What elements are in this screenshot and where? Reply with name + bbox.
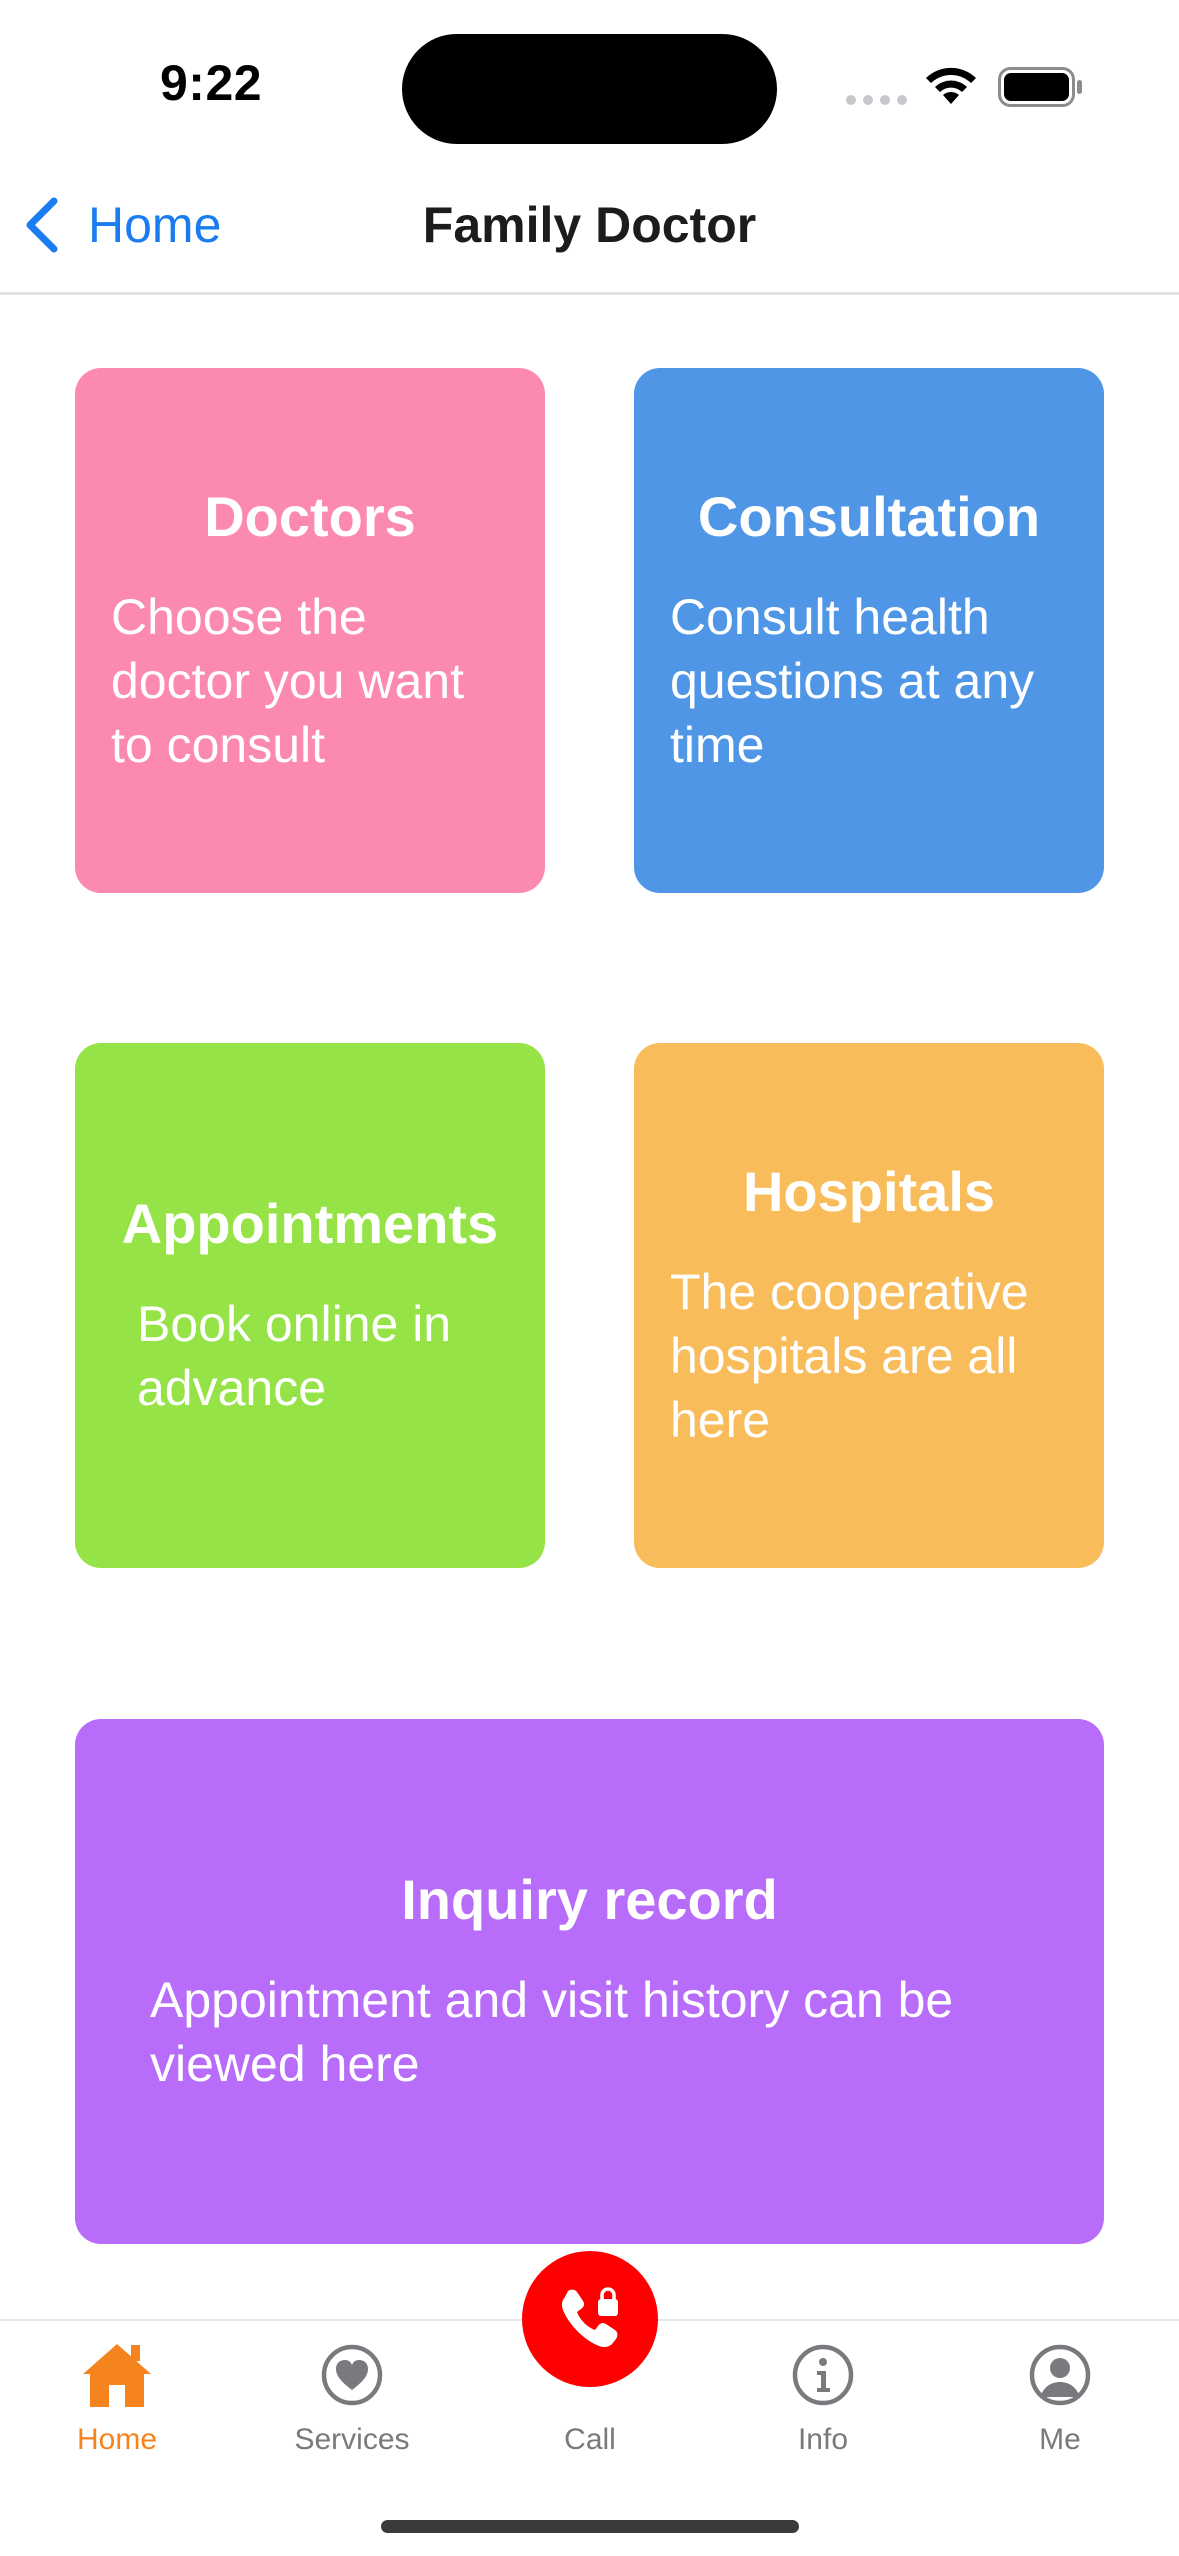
battery-icon bbox=[998, 67, 1082, 107]
tab-label: Call bbox=[564, 2423, 616, 2456]
card-description: Book online in advance bbox=[137, 1296, 452, 1416]
card-title: Appointments bbox=[121, 1192, 499, 1255]
tab-home[interactable]: Home bbox=[27, 2335, 207, 2465]
home-indicator bbox=[381, 2520, 799, 2533]
card-description: Choose the doctor you want to consult bbox=[111, 589, 464, 773]
info-circle-icon bbox=[792, 2344, 854, 2406]
tab-label: Me bbox=[1039, 2423, 1081, 2456]
card-description: Appointment and visit history can be vie… bbox=[150, 1972, 954, 2092]
nav-divider bbox=[0, 292, 1179, 295]
card-description: The cooperative hospitals are all here bbox=[670, 1264, 1029, 1448]
status-time: 9:22 bbox=[160, 55, 263, 111]
heart-circle-icon bbox=[321, 2344, 383, 2406]
tab-label: Services bbox=[294, 2423, 410, 2456]
card-title: Consultation bbox=[697, 485, 1041, 548]
doctors-card[interactable]: Doctors Choose the doctor you want to co… bbox=[75, 368, 545, 893]
dynamic-island bbox=[402, 34, 777, 144]
tab-call[interactable]: Call bbox=[500, 2335, 680, 2465]
consultation-card[interactable]: Consultation Consult health questions at… bbox=[634, 368, 1104, 893]
tab-label: Home bbox=[76, 2423, 158, 2456]
person-circle-icon bbox=[1029, 2344, 1091, 2406]
tab-label: Info bbox=[797, 2423, 849, 2456]
tab-info[interactable]: Info bbox=[733, 2335, 913, 2465]
card-title: Inquiry record bbox=[401, 1868, 778, 1931]
page-title: Family Doctor bbox=[422, 197, 757, 253]
wifi-icon bbox=[926, 67, 976, 104]
house-icon bbox=[83, 2344, 151, 2407]
card-description: Consult health questions at any time bbox=[670, 589, 1035, 773]
tab-services[interactable]: Services bbox=[262, 2335, 442, 2465]
card-title: Doctors bbox=[204, 485, 416, 548]
appointments-card[interactable]: Appointments Book online in advance bbox=[75, 1043, 545, 1568]
tab-me[interactable]: Me bbox=[970, 2335, 1150, 2465]
card-title: Hospitals bbox=[742, 1160, 996, 1223]
inquiry-record-card[interactable]: Inquiry record Appointment and visit his… bbox=[75, 1719, 1104, 2244]
cellular-signal-icon bbox=[846, 95, 907, 105]
hospitals-card[interactable]: Hospitals The cooperative hospitals are … bbox=[634, 1043, 1104, 1568]
